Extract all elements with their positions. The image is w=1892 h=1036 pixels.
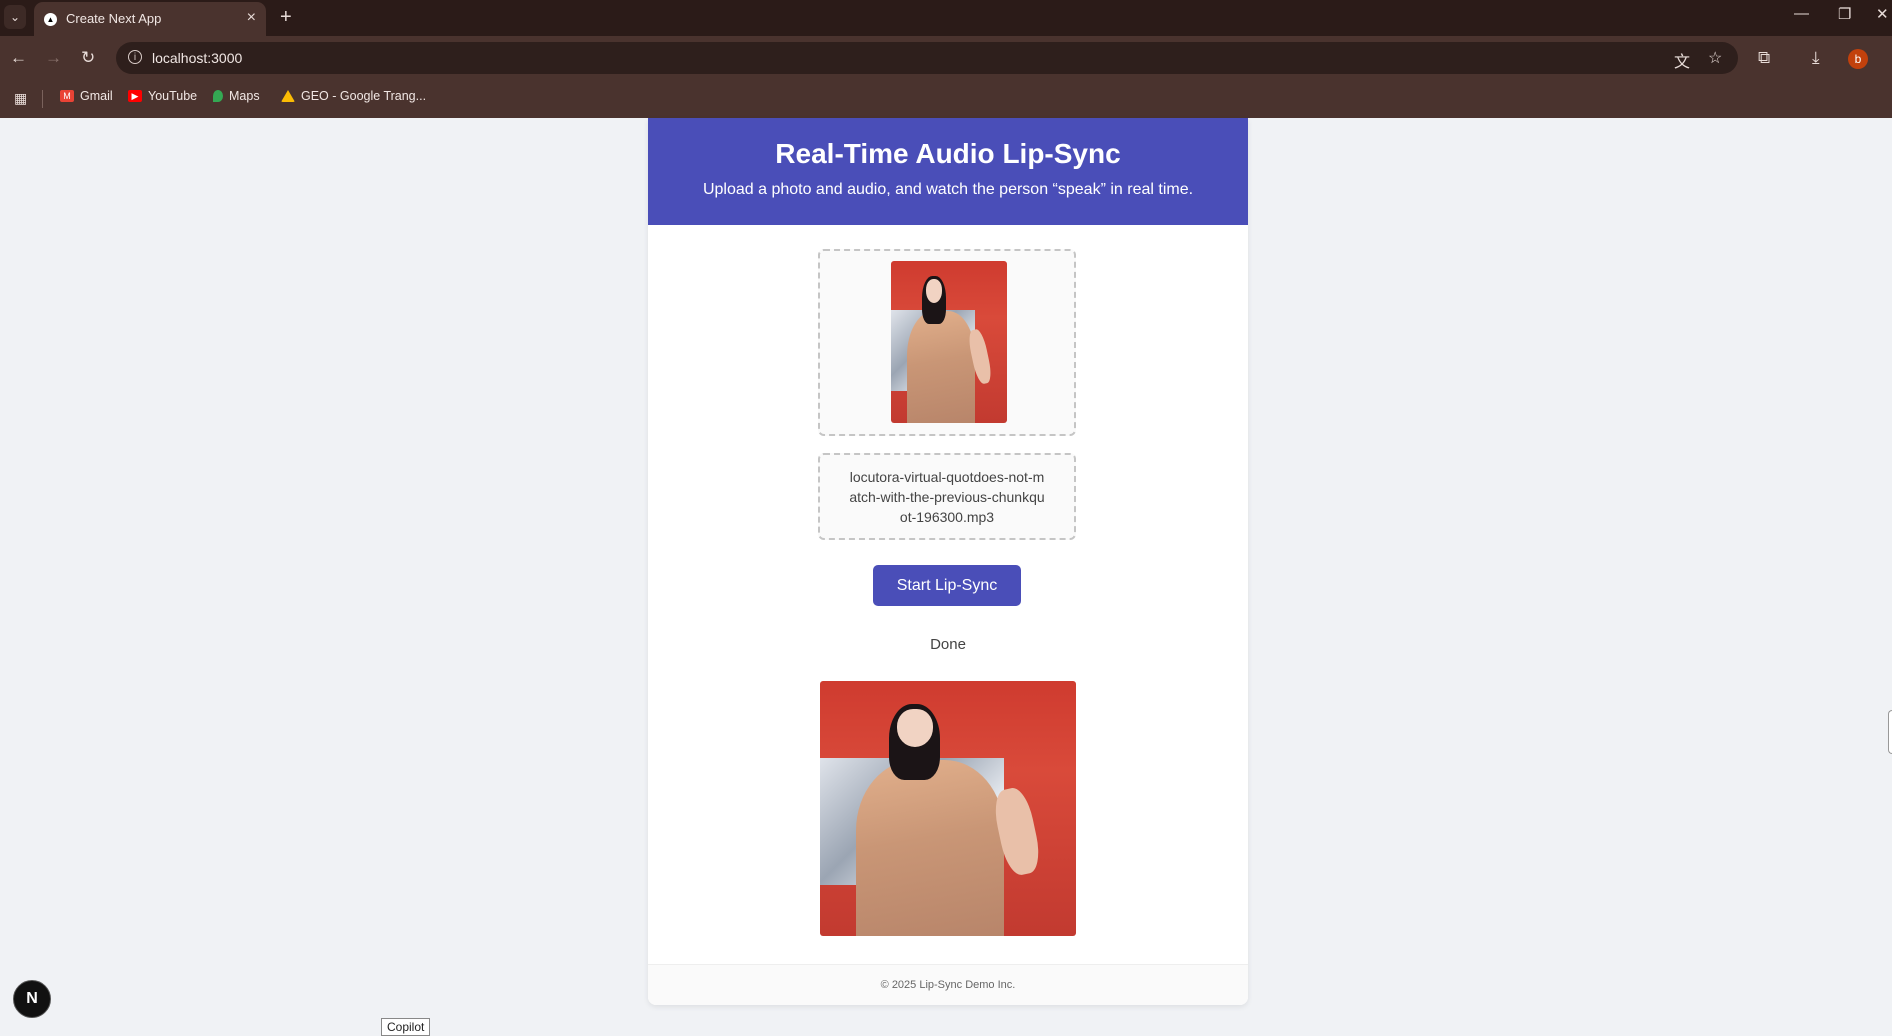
audio-upload-dropzone[interactable]: locutora-virtual-quotdoes-not-match-with… — [818, 453, 1076, 540]
tab-title: Create Next App — [66, 11, 162, 26]
bookmark-star-icon[interactable]: ☆ — [1708, 48, 1722, 68]
bookmark-geo-drive[interactable]: GEO - Google Trang... — [281, 89, 426, 103]
address-bar[interactable]: i localhost:3000 文 ☆ — [116, 42, 1738, 74]
page-footer: © 2025 Lip-Sync Demo Inc. — [648, 964, 1248, 1005]
tab-search-chevron-icon[interactable]: ⌄ — [4, 5, 26, 29]
copilot-tooltip: Copilot — [381, 1018, 431, 1036]
page-subtitle: Upload a photo and audio, and watch the … — [702, 181, 1194, 198]
restore-icon[interactable]: ❐ — [1838, 5, 1851, 23]
bookmarks-divider — [42, 90, 43, 108]
uploaded-photo-preview — [891, 261, 1007, 423]
page-body: Real-Time Audio Lip-Sync Upload a photo … — [0, 118, 1892, 1034]
bookmarks-bar: ▦ M Gmail ▶ YouTube Maps GEO - Google Tr… — [0, 80, 1892, 118]
gmail-icon: M — [60, 90, 74, 102]
tab-close-icon[interactable]: × — [247, 9, 256, 27]
minimize-icon[interactable]: — — [1794, 5, 1809, 22]
bookmark-gmail[interactable]: M Gmail — [60, 89, 113, 103]
status-text: Done — [930, 636, 966, 653]
reload-icon[interactable]: ↻ — [81, 48, 95, 68]
sidebar-edge-handle[interactable] — [1888, 710, 1892, 754]
forward-arrow-icon[interactable]: → — [45, 48, 62, 68]
lipsync-output-video[interactable] — [820, 681, 1076, 936]
browser-tab[interactable]: ▲ Create Next App × — [34, 2, 266, 36]
start-lipsync-button[interactable]: Start Lip-Sync — [873, 565, 1021, 606]
new-tab-plus-icon[interactable]: + — [280, 6, 292, 29]
back-arrow-icon[interactable]: ← — [10, 48, 27, 68]
hero-header: Real-Time Audio Lip-Sync Upload a photo … — [648, 118, 1248, 225]
maps-icon — [213, 90, 223, 102]
bookmark-maps[interactable]: Maps — [213, 89, 260, 103]
audio-filename: locutora-virtual-quotdoes-not-match-with… — [849, 468, 1045, 525]
photo-upload-dropzone[interactable] — [818, 249, 1076, 436]
extensions-puzzle-icon[interactable]: ⧉ — [1758, 48, 1770, 68]
lipsync-card: Real-Time Audio Lip-Sync Upload a photo … — [648, 118, 1248, 1005]
browser-toolbar: ← → ↻ i localhost:3000 文 ☆ ⧉ ⤓ b — [0, 36, 1892, 80]
youtube-icon: ▶ — [128, 90, 142, 102]
nextjs-dev-badge[interactable]: N — [13, 980, 51, 1018]
browser-tabstrip: ⌄ ▲ Create Next App × + — ❐ ✕ — [0, 0, 1892, 36]
address-url[interactable]: localhost:3000 — [152, 50, 242, 66]
bookmark-youtube[interactable]: ▶ YouTube — [128, 89, 197, 103]
downloads-icon[interactable]: ⤓ — [1812, 48, 1820, 68]
translate-icon[interactable]: 文 — [1674, 48, 1690, 72]
profile-avatar[interactable]: b — [1848, 49, 1868, 69]
site-info-icon[interactable]: i — [128, 50, 142, 64]
close-window-icon[interactable]: ✕ — [1876, 5, 1889, 23]
apps-grid-icon[interactable]: ▦ — [14, 90, 27, 107]
page-title: Real-Time Audio Lip-Sync — [775, 138, 1121, 169]
nextjs-favicon-icon: ▲ — [44, 13, 57, 26]
drive-icon — [281, 90, 295, 102]
